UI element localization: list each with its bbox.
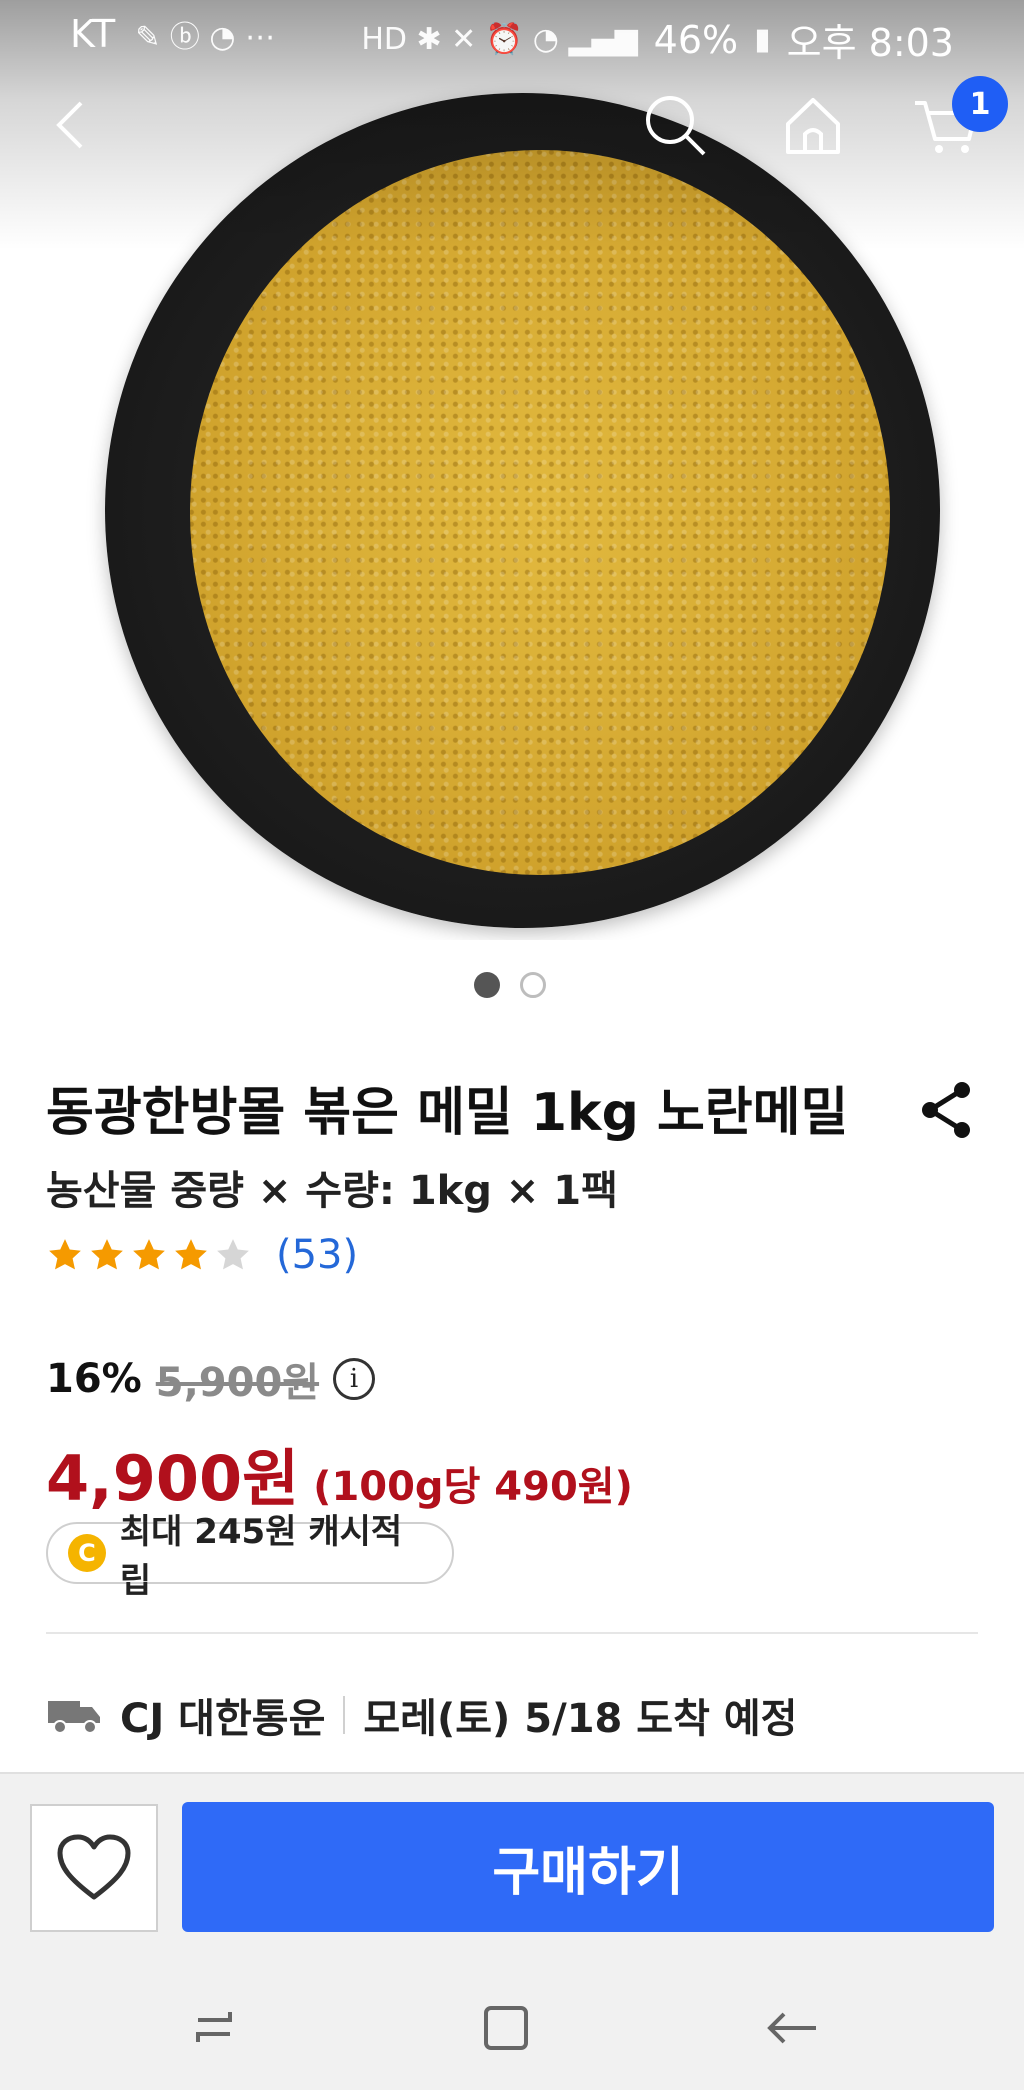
battery-icon: ▮ — [754, 22, 771, 57]
discount-row: 16% 5,900원 i — [46, 1350, 633, 1408]
cash-reward-badge[interactable]: C 최대 245원 캐시적립 — [46, 1512, 454, 1601]
system-icons: HD ✱ ✕ ⏰ ◔ ▂▄▆ — [361, 22, 638, 57]
search-button[interactable] — [620, 70, 730, 180]
carousel-pagination — [474, 972, 546, 998]
status-bar: KT ✎ ⓑ ◔ ⋯ HD ✱ ✕ ⏰ ◔ ▂▄▆ 46% ▮ 오후 8:03 — [0, 0, 1024, 66]
battery-level: 46% — [653, 17, 739, 62]
delivery-row: CJ 대한통운 모레(토) 5/18 도착 예정 — [46, 1686, 797, 1744]
divider — [46, 1632, 978, 1634]
clock: 오후 8:03 — [786, 21, 954, 65]
rating-row[interactable]: (53) — [46, 1232, 358, 1278]
buy-button[interactable]: 구매하기 — [182, 1802, 994, 1932]
product-option: 농산물 중량 × 수량: 1kg × 1팩 — [46, 1168, 618, 1214]
recent-apps-icon — [196, 2012, 232, 2042]
system-navigation-bar — [0, 1952, 1024, 2090]
star-empty-icon — [217, 1239, 249, 1270]
chevron-left-icon — [56, 101, 83, 149]
star-filled-icon — [133, 1239, 165, 1270]
product-image-grain — [190, 150, 890, 875]
star-filled-icon — [49, 1239, 81, 1270]
carrier-label: KT — [70, 12, 116, 56]
star-filled-icon — [91, 1239, 123, 1270]
carousel-dot-active[interactable] — [474, 972, 500, 998]
truck-icon — [48, 1701, 100, 1734]
cart-count-badge: 1 — [952, 76, 1008, 132]
cart-button[interactable]: 1 — [890, 70, 1008, 180]
top-navigation: 1 — [0, 70, 1024, 190]
share-button[interactable] — [912, 1075, 982, 1145]
star-rating — [46, 1236, 252, 1274]
notification-icons: ✎ ⓑ ◔ ⋯ — [135, 20, 276, 55]
cash-reward-text: 최대 245원 캐시적립 — [119, 1512, 403, 1601]
review-count[interactable]: (53) — [276, 1232, 358, 1278]
purchase-bar: 구매하기 — [0, 1772, 1024, 1954]
back-button[interactable] — [18, 70, 128, 180]
system-home-icon — [484, 2006, 528, 2050]
recent-apps-button[interactable] — [190, 1998, 250, 2058]
discount-rate: 16% — [46, 1356, 142, 1402]
system-back-icon — [767, 2012, 816, 2044]
home-icon — [786, 98, 840, 154]
delivery-eta: 모레(토) 5/18 도착 예정 — [363, 1696, 798, 1742]
system-home-button[interactable] — [476, 1998, 536, 2058]
coin-icon: C — [68, 1534, 106, 1572]
carousel-dot[interactable] — [520, 972, 546, 998]
star-filled-icon — [175, 1239, 207, 1270]
share-icon — [922, 1082, 970, 1138]
system-back-button[interactable] — [762, 1998, 822, 2058]
search-icon — [646, 96, 706, 156]
product-title: 동광한방몰 볶은 메밀 1kg 노란메밀 — [46, 1083, 849, 1143]
delivery-carrier: CJ 대한통운 — [120, 1696, 326, 1742]
original-price: 5,900원 — [155, 1360, 320, 1406]
home-button[interactable] — [758, 70, 868, 180]
price-block: 16% 5,900원 i 4,900원 (100g당 490원) — [46, 1350, 633, 1518]
delivery-separator — [343, 1696, 346, 1734]
info-icon[interactable]: i — [333, 1358, 376, 1400]
wishlist-button[interactable] — [30, 1804, 158, 1932]
heart-icon — [57, 1834, 131, 1900]
